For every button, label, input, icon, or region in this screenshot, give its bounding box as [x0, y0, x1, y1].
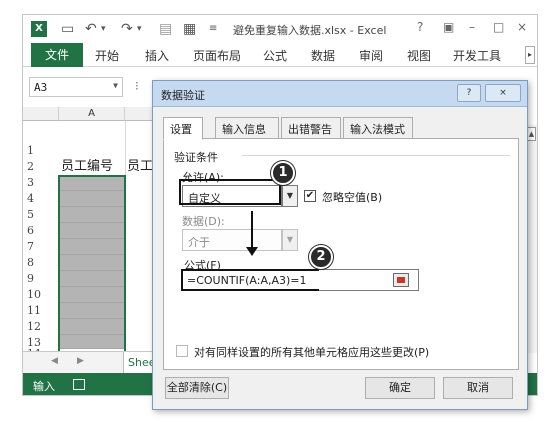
- sheet-prev-icon[interactable]: ◀: [51, 356, 58, 366]
- row-header[interactable]: 3: [27, 175, 59, 191]
- selected-cell[interactable]: [59, 239, 125, 255]
- data-validation-dialog: 数据验证 ? × 设置 设置 输入信息 出错警告 输入法模式 验证条件 允许(A…: [152, 80, 528, 410]
- apply-all-label: 对有同样设置的所有其他单元格应用这些更改(P): [194, 346, 430, 359]
- dialog-help-button[interactable]: ?: [457, 84, 481, 102]
- row-header[interactable]: 10: [27, 287, 59, 303]
- cell-b2[interactable]: 员工: [127, 159, 155, 175]
- selected-cell[interactable]: [59, 255, 125, 271]
- apply-all-checkbox[interactable]: [176, 345, 188, 357]
- tab-developer[interactable]: 开发工具: [453, 47, 501, 64]
- dialog-title: 数据验证: [161, 89, 205, 102]
- column-divider: [125, 121, 126, 361]
- undo-dropdown-icon[interactable]: ▾: [101, 19, 106, 39]
- selected-cell[interactable]: [59, 319, 125, 335]
- macro-record-icon[interactable]: [73, 379, 85, 390]
- tab-settings-active[interactable]: 设置: [163, 117, 203, 140]
- tab-home[interactable]: 开始: [95, 47, 119, 64]
- formula-bar-separator: ⁝: [135, 79, 139, 93]
- open-icon[interactable]: ▤: [159, 19, 172, 39]
- row-header[interactable]: 2: [27, 159, 59, 175]
- ok-button[interactable]: 确定: [365, 377, 435, 399]
- ribbon-display-icon[interactable]: ▣: [443, 20, 454, 34]
- cell-a2[interactable]: 员工编号: [61, 159, 125, 175]
- title-bar: X ▭ ↶ ▾ ↷ ▾ ▤ ▦ ≡ 避免重复输入数据.xlsx - Excel …: [23, 15, 537, 43]
- tab-error-alert[interactable]: 出错警告: [281, 117, 341, 139]
- tab-review[interactable]: 审阅: [359, 47, 383, 64]
- dialog-title-bar[interactable]: 数据验证 ? ×: [153, 81, 527, 107]
- selected-cell[interactable]: [59, 271, 125, 287]
- undo-icon[interactable]: ↶: [85, 19, 97, 39]
- tab-ime-mode[interactable]: 输入法模式: [343, 117, 413, 139]
- worksheet-grid: A 1 2 3 4 5 6 7 8 9 10 11 12 13 14 员工编号 …: [23, 103, 155, 363]
- selected-cell[interactable]: [59, 335, 125, 349]
- ignore-blank-checkbox[interactable]: ✔: [304, 190, 316, 202]
- name-box[interactable]: A3 ▼: [29, 77, 123, 97]
- selected-cell[interactable]: [59, 287, 125, 303]
- sheet-tab[interactable]: Sheet1: [123, 352, 155, 374]
- row-header[interactable]: 1: [27, 143, 59, 159]
- row-header[interactable]: 7: [27, 239, 59, 255]
- name-box-value: A3: [34, 81, 48, 94]
- range-select-icon[interactable]: [393, 273, 409, 287]
- clear-all-button[interactable]: 全部清除(C): [165, 377, 229, 399]
- excel-logo-icon: X: [31, 21, 47, 37]
- callout-badge-2: 2: [309, 245, 333, 269]
- data-select[interactable]: 介于: [182, 229, 282, 251]
- window-title: 避免重复输入数据.xlsx - Excel: [233, 24, 387, 37]
- row-header[interactable]: 9: [27, 271, 59, 287]
- settings-panel: 验证条件 允许(A): 自定义 ▼ ✔ 忽略空值(B) 数据(D): 介于 ▼ …: [163, 138, 519, 370]
- tab-input-message[interactable]: 输入信息: [215, 117, 279, 139]
- arrow-connector: [251, 211, 253, 251]
- row-header[interactable]: 4: [27, 191, 59, 207]
- chevron-down-icon[interactable]: ▼: [282, 229, 298, 251]
- row-header[interactable]: 8: [27, 255, 59, 271]
- ignore-blank-label: 忽略空值(B): [322, 191, 383, 204]
- chevron-down-icon[interactable]: ▼: [113, 81, 118, 90]
- select-all-corner[interactable]: [23, 107, 59, 121]
- scroll-up-icon[interactable]: ▲: [527, 127, 536, 141]
- arrow-down-icon: [246, 247, 258, 256]
- tab-insert[interactable]: 插入: [145, 47, 169, 64]
- save-icon[interactable]: ▭: [61, 19, 74, 39]
- selected-cell[interactable]: [59, 207, 125, 223]
- column-header-a[interactable]: A: [59, 107, 125, 121]
- cancel-button[interactable]: 取消: [443, 377, 513, 399]
- ribbon-scroll-icon[interactable]: ▸: [525, 46, 535, 64]
- selected-cell[interactable]: [59, 175, 125, 191]
- column-header-b[interactable]: [125, 107, 155, 121]
- help-icon[interactable]: ?: [417, 20, 423, 34]
- ribbon-tabs: 文件 开始 插入 页面布局 公式 数据 审阅 视图 开发工具 ▸: [23, 43, 537, 67]
- redo-icon[interactable]: ↷: [121, 19, 133, 39]
- redo-dropdown-icon[interactable]: ▾: [137, 19, 142, 39]
- sheet-tab-bar: ◀ ▶ Sheet1: [23, 351, 155, 374]
- callout-badge-1: 1: [271, 161, 295, 185]
- status-mode: 输入: [33, 380, 55, 393]
- tab-page-layout[interactable]: 页面布局: [193, 47, 241, 64]
- sheet-next-icon[interactable]: ▶: [77, 356, 84, 366]
- allow-highlight-box: [179, 179, 281, 205]
- selected-cell[interactable]: [59, 191, 125, 207]
- tab-formulas[interactable]: 公式: [263, 47, 287, 64]
- group-label: 验证条件: [174, 151, 218, 164]
- row-header[interactable]: 11: [27, 303, 59, 319]
- chevron-down-icon[interactable]: ▼: [282, 185, 298, 207]
- dialog-close-button[interactable]: ×: [485, 84, 521, 102]
- tab-view[interactable]: 视图: [407, 47, 431, 64]
- tab-file[interactable]: 文件: [31, 43, 83, 67]
- tab-data[interactable]: 数据: [311, 47, 335, 64]
- customize-qat-icon[interactable]: ≡: [209, 19, 217, 39]
- minimize-button[interactable]: –: [469, 20, 475, 34]
- maximize-button[interactable]: □: [493, 20, 504, 34]
- dialog-tabs: 设置 设置 输入信息 出错警告 输入法模式: [163, 117, 507, 140]
- selected-cell[interactable]: [59, 303, 125, 319]
- group-divider: [242, 155, 510, 156]
- row-header[interactable]: 5: [27, 207, 59, 223]
- row-header[interactable]: 6: [27, 223, 59, 239]
- close-button[interactable]: ×: [517, 20, 527, 34]
- print-preview-icon[interactable]: ▦: [183, 19, 196, 39]
- data-label: 数据(D):: [182, 215, 225, 228]
- row-header[interactable]: 12: [27, 319, 59, 335]
- selected-cell[interactable]: [59, 223, 125, 239]
